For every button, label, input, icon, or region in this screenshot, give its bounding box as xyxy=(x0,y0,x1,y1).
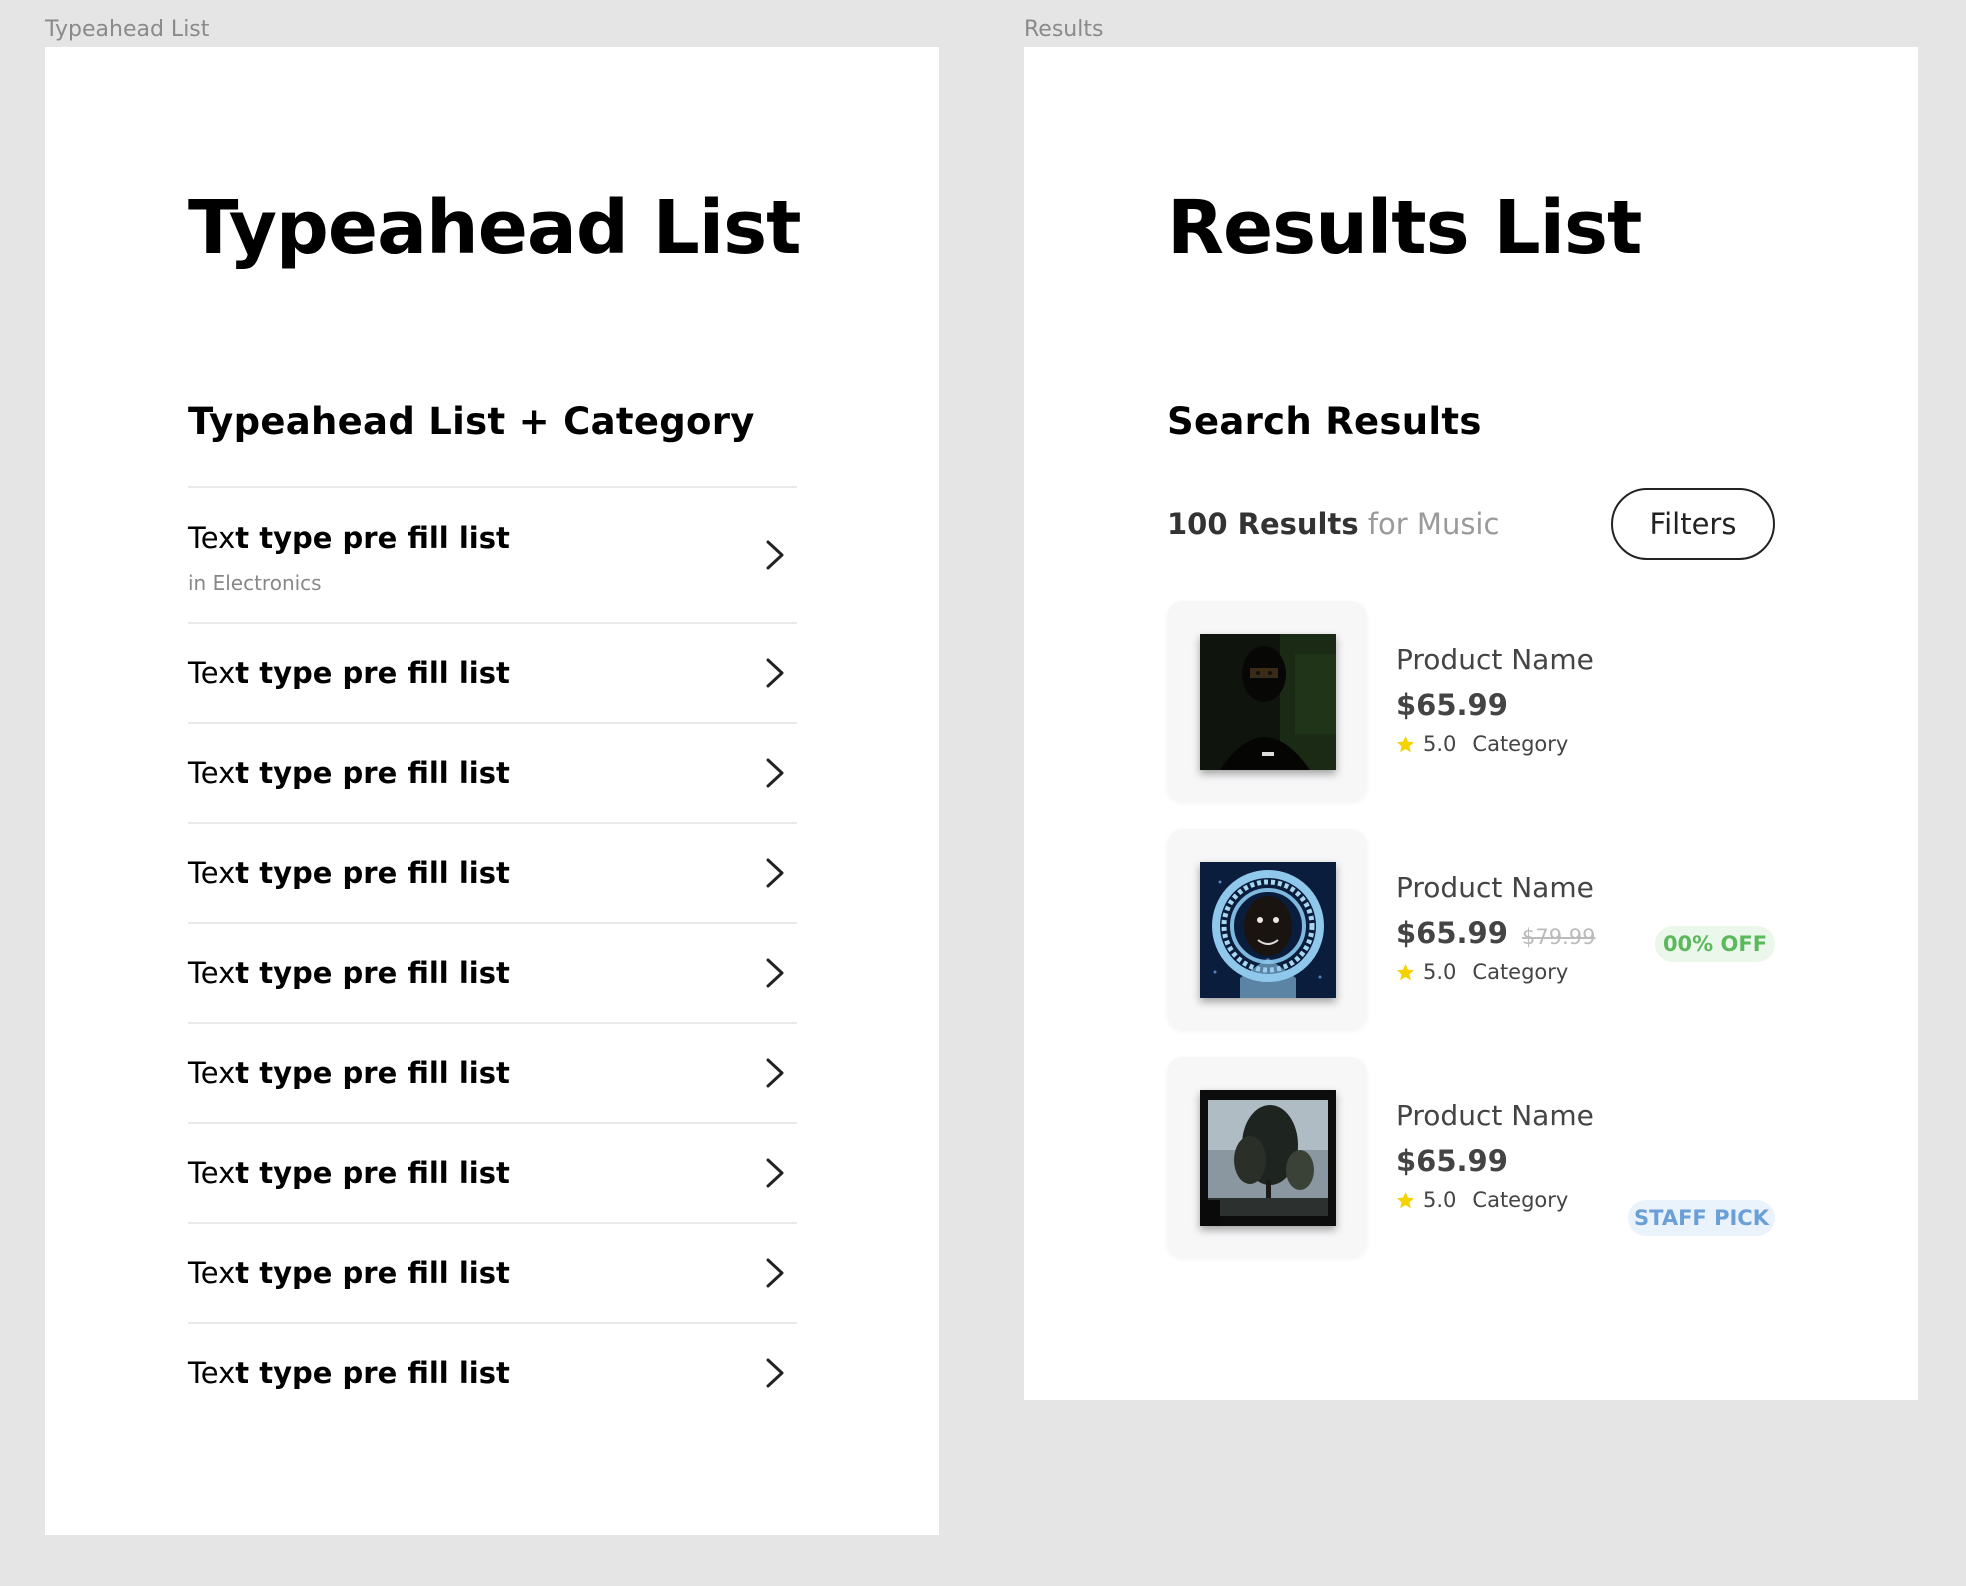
rating-row: 5.0 Category xyxy=(1396,732,1568,756)
product-name: Product Name xyxy=(1396,871,1594,904)
frame-label-results: Results xyxy=(1024,17,1104,42)
result-item[interactable]: Product Name $65.99 5.0 Category STAFF P… xyxy=(1167,1057,1775,1257)
star-icon xyxy=(1396,735,1415,752)
trees-album-art xyxy=(1200,1090,1336,1226)
typeahead-item-text: Text type pre fill list xyxy=(188,1056,510,1090)
chevron-right-icon xyxy=(765,857,785,889)
hooded-figure-album-art xyxy=(1200,634,1336,770)
chevron-right-icon xyxy=(765,757,785,789)
thumbnail-card xyxy=(1167,601,1367,801)
filters-button[interactable]: Filters xyxy=(1611,488,1775,560)
results-count: 100 Results for Music xyxy=(1167,507,1500,541)
typeahead-item[interactable]: Text type pre fill list xyxy=(188,722,797,822)
typeahead-item-category: in Electronics xyxy=(188,571,322,595)
product-name: Product Name xyxy=(1396,1099,1594,1132)
typeahead-item-text: Text type pre fill list xyxy=(188,1356,510,1390)
rating-row: 5.0 Category xyxy=(1396,960,1568,984)
star-icon xyxy=(1396,963,1415,980)
typeahead-item-text: Text type pre fill list xyxy=(188,1156,510,1190)
typeahead-item[interactable]: Text type pre fill list xyxy=(188,1322,797,1422)
chevron-right-icon xyxy=(765,957,785,989)
chevron-right-icon xyxy=(765,539,785,571)
section-title: Typeahead List + Category xyxy=(188,400,755,443)
original-price: $79.99 xyxy=(1522,925,1596,949)
typeahead-item-text: Text type pre fill list xyxy=(188,756,510,790)
chevron-right-icon xyxy=(765,1157,785,1189)
thumbnail-card xyxy=(1167,1057,1367,1257)
page-title: Results List xyxy=(1167,185,1642,271)
typeahead-item[interactable]: Text type pre fill list xyxy=(188,822,797,922)
result-item[interactable]: Product Name $65.99 $79.99 5.0 Category … xyxy=(1167,829,1775,1029)
chevron-right-icon xyxy=(765,1357,785,1389)
typeahead-item[interactable]: Text type pre fill list xyxy=(188,622,797,722)
awaken-my-love-album-art xyxy=(1200,862,1336,998)
rating-row: 5.0 Category xyxy=(1396,1188,1568,1212)
rating-value: 5.0 xyxy=(1423,732,1457,756)
typeahead-item-text: Text type pre fill list xyxy=(188,856,510,890)
typeahead-item-text: Text type pre fill list xyxy=(188,956,510,990)
result-item[interactable]: Product Name $65.99 5.0 Category xyxy=(1167,601,1775,801)
results-frame: Results List Search Results 100 Results … xyxy=(1024,47,1918,1400)
product-price: $65.99 xyxy=(1396,916,1508,950)
rating-value: 5.0 xyxy=(1423,960,1457,984)
typeahead-item[interactable]: Text type pre fill list xyxy=(188,1022,797,1122)
typeahead-item-text: Text type pre fill list xyxy=(188,521,510,555)
discount-badge: 00% OFF xyxy=(1655,926,1775,962)
typeahead-item[interactable]: Text type pre fill list in Electronics xyxy=(188,486,797,622)
typeahead-item[interactable]: Text type pre fill list xyxy=(188,1122,797,1222)
frame-label-typeahead: Typeahead List xyxy=(45,17,210,42)
product-price: $65.99 xyxy=(1396,688,1508,722)
typeahead-item[interactable]: Text type pre fill list xyxy=(188,1222,797,1322)
section-title: Search Results xyxy=(1167,400,1482,443)
typeahead-item-text: Text type pre fill list xyxy=(188,656,510,690)
typeahead-frame: Typeahead List Typeahead List + Category… xyxy=(45,47,939,1535)
product-category: Category xyxy=(1472,1188,1569,1212)
thumbnail-card xyxy=(1167,829,1367,1029)
typeahead-item[interactable]: Text type pre fill list xyxy=(188,922,797,1022)
chevron-right-icon xyxy=(765,657,785,689)
rating-value: 5.0 xyxy=(1423,1188,1457,1212)
typeahead-list: Text type pre fill list in Electronics T… xyxy=(188,486,797,1422)
chevron-right-icon xyxy=(765,1057,785,1089)
staff-pick-badge: STAFF PICK xyxy=(1628,1200,1775,1236)
chevron-right-icon xyxy=(765,1257,785,1289)
typeahead-item-text: Text type pre fill list xyxy=(188,1256,510,1290)
product-name: Product Name xyxy=(1396,643,1594,676)
star-icon xyxy=(1396,1191,1415,1208)
product-price: $65.99 xyxy=(1396,1144,1508,1178)
page-title: Typeahead List xyxy=(188,185,802,271)
product-category: Category xyxy=(1472,960,1569,984)
product-category: Category xyxy=(1472,732,1569,756)
